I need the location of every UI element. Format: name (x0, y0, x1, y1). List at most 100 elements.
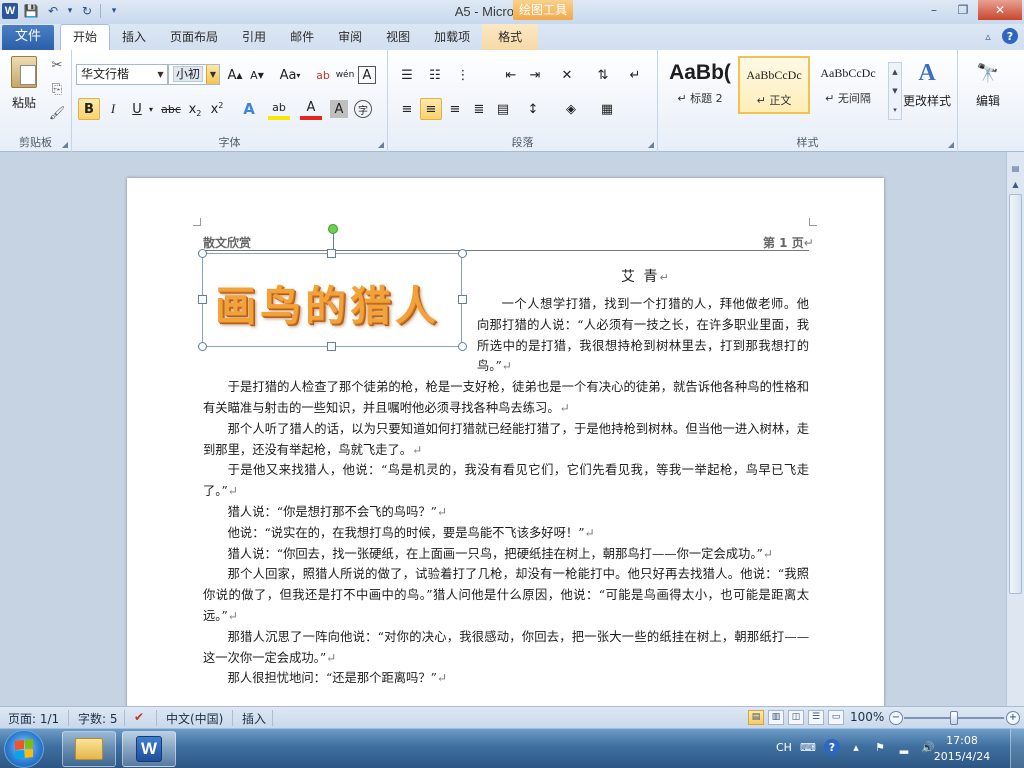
change-styles-button[interactable]: A 更改样式 (900, 58, 954, 109)
minimize-button[interactable]: – (920, 0, 948, 20)
paragraph[interactable]: 他说：“说实在的，在我想打鸟的时候，要是鸟能不飞该多好呀！”↵ (203, 523, 809, 544)
paragraph[interactable]: 于是他又来找猎人，他说：“鸟是机灵的，我没有看见它们，它们先看见我，等我一举起枪… (203, 460, 809, 502)
resize-handle-t[interactable] (327, 249, 336, 258)
keyboard-icon[interactable]: ⌨ (800, 739, 816, 755)
underline-button[interactable]: U (126, 98, 148, 120)
chevron-down-icon[interactable]: ▾ (146, 98, 156, 120)
editing-button[interactable]: 🔭 编辑 (964, 58, 1012, 109)
web-layout-icon[interactable]: ◫ (788, 710, 804, 725)
ruler-toggle-icon[interactable]: ▤ (1009, 162, 1022, 176)
distributed-icon[interactable]: ▤ (492, 98, 514, 120)
tab-home[interactable]: 开始 (60, 24, 111, 50)
vertical-scrollbar[interactable]: ▤ ▲ (1006, 152, 1024, 706)
clipboard-launcher-icon[interactable]: ◢ (62, 140, 68, 149)
bullets-icon[interactable]: ☰ (396, 64, 418, 86)
bold-button[interactable]: B (78, 98, 100, 120)
character-shading-icon[interactable]: A (330, 100, 348, 118)
help-icon[interactable]: ? (1002, 28, 1018, 44)
cut-icon[interactable]: ✂ (48, 58, 66, 76)
zoom-level[interactable]: 100% (850, 710, 884, 724)
paragraph[interactable]: 那人很担忧地问：“还是那个距离吗？”↵ (203, 668, 809, 689)
justify-icon[interactable]: ≣ (468, 98, 490, 120)
restore-button[interactable]: ❐ (949, 0, 977, 20)
increase-indent-icon[interactable]: ⇥ (524, 64, 546, 86)
font-launcher-icon[interactable]: ◢ (378, 140, 384, 149)
tray-expand-icon[interactable]: ▴ (848, 739, 864, 755)
zoom-slider-knob[interactable] (950, 711, 958, 725)
paragraph[interactable]: 那个人听了猎人的话，以为只要知道如何打猎就已经能打猎了，于是他持枪到树林。但当他… (203, 419, 809, 461)
phonetic-guide-icon[interactable]: wén (334, 64, 356, 86)
taskbar-explorer[interactable] (62, 731, 116, 767)
redo-icon[interactable]: ↻ (78, 2, 96, 20)
close-button[interactable]: ✕ (978, 0, 1022, 20)
format-painter-icon[interactable]: 🖌 (48, 106, 66, 124)
word-app-icon[interactable]: W (2, 3, 18, 19)
tab-addins[interactable]: 加载项 (422, 24, 482, 50)
paragraph[interactable]: 那个人回家，照猎人所说的做了，试验着打了几枪，却没有一枪能打中。他只好再去找猎人… (203, 564, 809, 626)
start-button[interactable] (4, 730, 44, 768)
rotation-handle[interactable] (328, 224, 338, 234)
grow-font-icon[interactable]: A ▲ (224, 64, 246, 86)
author-line[interactable]: 艾 青↵ (621, 266, 671, 286)
tab-insert[interactable]: 插入 (110, 24, 158, 50)
sort-icon[interactable]: ⇅ (592, 64, 614, 86)
style-heading-2[interactable]: AaBb( ↵ 标题 2 (664, 56, 736, 114)
collapse-ribbon-icon[interactable]: ▵ (980, 28, 996, 44)
resize-handle-tl[interactable] (198, 249, 207, 258)
header-page-number[interactable]: 第 1 页↵ (763, 234, 814, 251)
undo-icon[interactable]: ↶ (44, 2, 62, 20)
text-effects-icon[interactable]: A (238, 98, 260, 120)
show-desktop-button[interactable] (1010, 729, 1024, 768)
scrollbar-thumb[interactable] (1009, 194, 1022, 594)
borders-icon[interactable]: ▦ (596, 98, 618, 120)
network-icon[interactable]: ▂ (896, 739, 912, 755)
multilevel-list-icon[interactable]: ⋮ (452, 64, 474, 86)
tab-review[interactable]: 审阅 (326, 24, 374, 50)
tab-format[interactable]: 格式 (482, 24, 539, 50)
page-count[interactable]: 页面: 1/1 (8, 710, 59, 727)
proofing-icon[interactable]: ✔ (134, 710, 144, 724)
flag-icon[interactable]: ⚑ (872, 739, 888, 755)
shading-icon[interactable]: ◈ (560, 98, 582, 120)
resize-handle-tr[interactable] (458, 249, 467, 258)
chevron-down-icon[interactable]: ▼ (154, 65, 167, 84)
outline-view-icon[interactable]: ☰ (808, 710, 824, 725)
font-family-select[interactable]: 华文行楷 ▼ (76, 64, 168, 85)
help-tray-icon[interactable]: ? (823, 739, 840, 755)
decrease-indent-icon[interactable]: ⇤ (500, 64, 522, 86)
line-spacing-icon[interactable]: ↕ (522, 98, 544, 120)
print-layout-view-icon[interactable]: ▤ (748, 710, 764, 725)
ime-indicator[interactable]: CH (776, 741, 792, 754)
insert-mode-indicator[interactable]: 插入 (242, 710, 266, 727)
align-right-icon[interactable]: ≡ (444, 98, 466, 120)
taskbar-clock[interactable]: 17:08 2015/4/24 (932, 733, 992, 765)
paragraph[interactable]: 一个人想学打猎，找到一个打猎的人，拜他做老师。他向那打猎的人说：“人必须有一技之… (203, 294, 809, 377)
zoom-out-button[interactable]: − (889, 711, 903, 725)
language-indicator[interactable]: 中文(中国) (166, 710, 223, 727)
header-left-text[interactable]: 散文欣赏 (203, 234, 251, 251)
clear-formatting-icon[interactable]: ab (312, 64, 334, 86)
font-color-icon[interactable]: A (300, 98, 322, 120)
document-page[interactable]: 散文欣赏 第 1 页↵ 画鸟的猎人 艾 青↵ 一个人想学打猎，找到一个打猎的人，… (127, 178, 884, 718)
font-size-select[interactable]: 小初 ▼ (168, 64, 220, 85)
align-left-icon[interactable]: ≡ (396, 98, 418, 120)
style-no-spacing[interactable]: AaBbCcDc ↵ 无间隔 (812, 56, 884, 114)
subscript-button[interactable]: x2 (184, 98, 206, 120)
tab-view[interactable]: 视图 (374, 24, 422, 50)
paragraph[interactable]: 猎人说：“你是想打那不会飞的鸟吗？”↵ (203, 502, 809, 523)
copy-icon[interactable]: ⎘ (48, 82, 66, 100)
styles-launcher-icon[interactable]: ◢ (948, 140, 954, 149)
change-case-icon[interactable]: Aa ▾ (276, 64, 304, 86)
paragraph-launcher-icon[interactable]: ◢ (648, 140, 654, 149)
character-border-icon[interactable]: A (358, 66, 376, 84)
taskbar-word[interactable]: W (122, 731, 176, 767)
style-normal[interactable]: AaBbCcDc ↵ 正文 (738, 56, 810, 114)
scroll-up-icon[interactable]: ▲ (1009, 178, 1022, 192)
paragraph[interactable]: 猎人说：“你回去，找一张硬纸，在上面画一只鸟，把硬纸挂在树上，朝那鸟打——你一定… (203, 544, 809, 565)
superscript-button[interactable]: x2 (206, 98, 228, 120)
document-body[interactable]: 一个人想学打猎，找到一个打猎的人，拜他做老师。他向那打猎的人说：“人必须有一技之… (203, 294, 809, 689)
numbering-icon[interactable]: ☷ (424, 64, 446, 86)
tab-file[interactable]: 文件 (2, 25, 54, 50)
customize-qat-icon[interactable]: ▾ (105, 2, 123, 20)
tab-mailings[interactable]: 邮件 (278, 24, 326, 50)
